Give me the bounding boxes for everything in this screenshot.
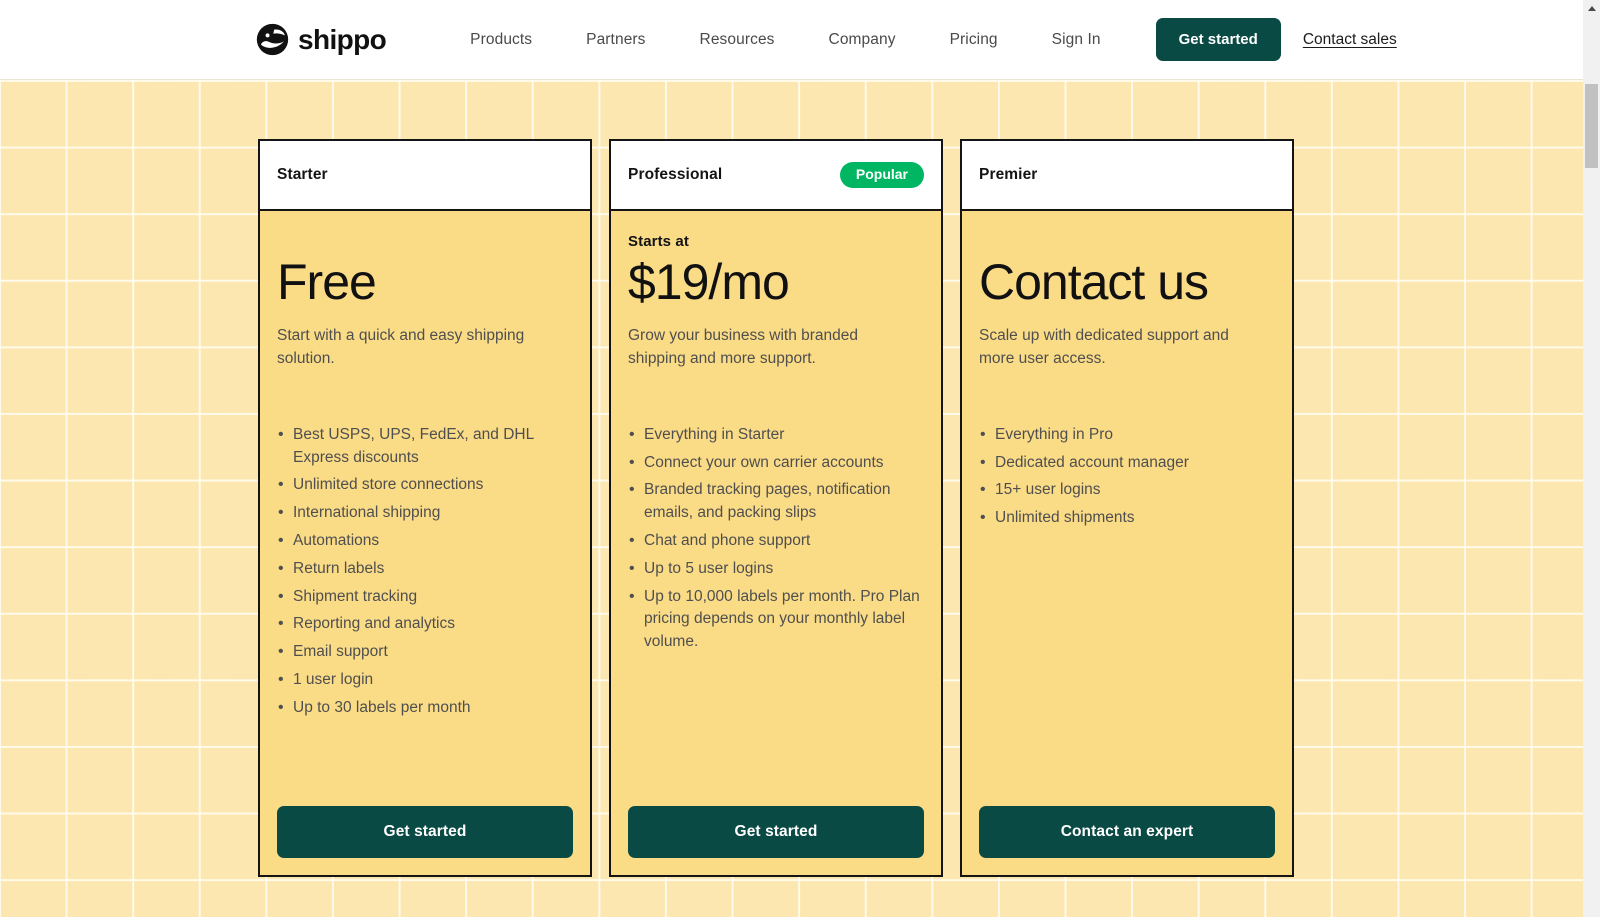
feature-item: Everything in Starter [628,423,924,447]
shippo-bird-icon [256,23,289,56]
feature-item: Up to 5 user logins [628,557,924,581]
feature-item: Dedicated account manager [979,451,1275,475]
starts-at-label: Starts at [628,233,689,250]
triangle-up-icon [1587,6,1596,11]
card-header-professional: Professional Popular [611,141,941,211]
price-block: Starts at Free Start with a quick and ea… [277,233,573,371]
nav-item-resources[interactable]: Resources [673,31,802,49]
nav-link-products[interactable]: Products [443,31,559,48]
main-navigation: shippo Products Partners Resources Compa… [0,0,1583,80]
feature-item: Best USPS, UPS, FedEx, and DHL Express d… [277,423,573,470]
feature-item: Chat and phone support [628,529,924,553]
card-header-premier: Premier [962,141,1292,211]
feature-item: Unlimited shipments [979,506,1275,530]
card-tier-name: Starter [277,166,328,183]
nav-link-resources[interactable]: Resources [673,31,802,48]
feature-item: Connect your own carrier accounts [628,451,924,475]
pricing-card-premier: Premier Starts at Contact us Scale up wi… [960,139,1294,877]
nav-link-partners[interactable]: Partners [559,31,672,48]
brand-name: shippo [298,23,387,55]
card-tier-name: Professional [628,166,723,183]
nav-item-pricing[interactable]: Pricing [923,31,1025,49]
feature-item: Email support [277,640,573,664]
card-tier-name: Premier [979,166,1038,183]
starter-get-started-button[interactable]: Get started [277,806,573,858]
nav-item-products[interactable]: Products [443,31,559,49]
feature-item: 1 user login [277,668,573,692]
feature-item: Shipment tracking [277,585,573,609]
nav-item-sign-in[interactable]: Sign In [1025,31,1128,49]
nav-links: Products Partners Resources Company Pric… [443,31,1127,49]
scrollbar-thumb[interactable] [1585,84,1598,168]
card-cta-wrap: Get started [628,782,924,858]
nav-link-sign-in[interactable]: Sign In [1025,31,1128,48]
nav-link-pricing[interactable]: Pricing [923,31,1025,48]
card-body-premier: Starts at Contact us Scale up with dedic… [962,211,1292,875]
card-cta-wrap: Contact an expert [979,782,1275,858]
nav-get-started-button[interactable]: Get started [1155,18,1281,61]
nav-contact-sales-link[interactable]: Contact sales [1303,31,1397,49]
feature-list-starter: Best USPS, UPS, FedEx, and DHL Express d… [277,423,573,725]
feature-item: Branded tracking pages, notification ema… [628,478,924,525]
nav-item-company[interactable]: Company [802,31,923,49]
card-description: Start with a quick and easy shipping sol… [277,327,525,367]
price-value: Contact us [979,254,1209,310]
card-body-starter: Starts at Free Start with a quick and ea… [260,211,590,875]
brand-logo-link[interactable]: shippo [256,23,387,56]
popular-badge: Popular [839,161,924,189]
scroll-up-arrow-icon[interactable] [1583,0,1600,17]
feature-list-professional: Everything in Starter Connect your own c… [628,423,924,659]
price-block: Starts at Contact us Scale up with dedic… [979,233,1275,371]
card-header-starter: Starter [260,141,590,211]
price-value: $19/mo [628,254,790,310]
feature-item: Up to 10,000 labels per month. Pro Plan … [628,585,924,654]
pricing-card-starter: Starter Starts at Free Start with a quic… [258,139,592,877]
price-block: Starts at $19/mo Grow your business with… [628,233,924,371]
feature-item: Unlimited store connections [277,473,573,497]
card-description: Scale up with dedicated support and more… [979,327,1229,367]
price-value: Free [277,254,377,310]
feature-list-premier: Everything in Pro Dedicated account mana… [979,423,1275,535]
pricing-cards-row: Starter Starts at Free Start with a quic… [258,139,1294,877]
card-body-professional: Starts at $19/mo Grow your business with… [611,211,941,875]
nav-actions: Get started Contact sales [1155,18,1397,61]
feature-item: 15+ user logins [979,478,1275,502]
feature-item: International shipping [277,501,573,525]
card-cta-wrap: Get started [277,782,573,858]
feature-item: Everything in Pro [979,423,1275,447]
pricing-section: Starter Starts at Free Start with a quic… [0,80,1583,917]
nav-item-partners[interactable]: Partners [559,31,672,49]
pricing-card-professional: Professional Popular Starts at $19/mo Gr… [609,139,943,877]
page-viewport: shippo Products Partners Resources Compa… [0,0,1583,917]
feature-item: Up to 30 labels per month [277,696,573,720]
premier-contact-expert-button[interactable]: Contact an expert [979,806,1275,858]
professional-get-started-button[interactable]: Get started [628,806,924,858]
feature-item: Reporting and analytics [277,612,573,636]
card-description: Grow your business with branded shipping… [628,327,859,367]
nav-link-company[interactable]: Company [802,31,923,48]
page-scrollbar[interactable] [1583,0,1600,917]
feature-item: Automations [277,529,573,553]
feature-item: Return labels [277,557,573,581]
